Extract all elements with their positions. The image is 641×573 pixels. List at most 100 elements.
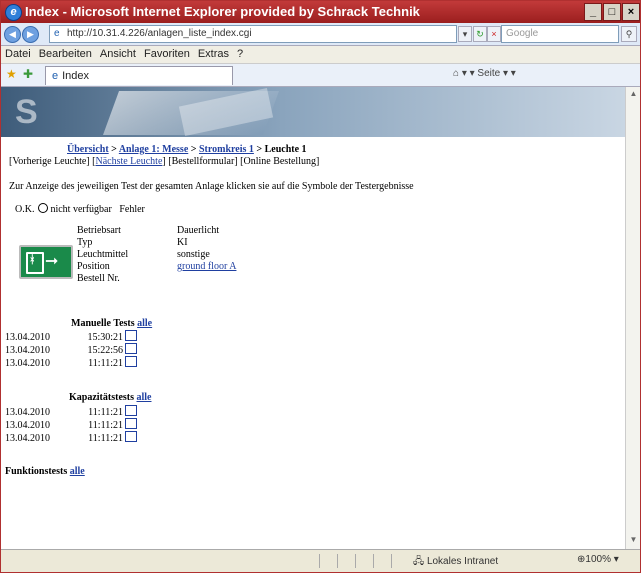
back-icon[interactable]: ◀ — [4, 26, 21, 43]
tools-label: ▾ ▾ Seite ▾ ▾ — [461, 68, 516, 79]
property-value: Dauerlicht — [177, 225, 220, 236]
test-date: 13.04.2010 — [5, 433, 50, 444]
arrow-right-icon: ➞ — [45, 253, 59, 270]
property-row: Betriebsart Dauerlicht — [77, 225, 236, 237]
not-available-circle-icon — [38, 203, 49, 213]
tab-bar: ★ ✚ e Index ⌂ ▾ ▾ Seite ▾ ▾ — [1, 64, 640, 87]
scroll-up-icon[interactable]: ▲ — [628, 89, 639, 100]
address-url: http://10.31.4.226/anlagen_liste_index.c… — [67, 28, 252, 39]
menu-ansicht[interactable]: Ansicht — [96, 46, 140, 60]
property-label: Typ — [77, 237, 93, 248]
browser-window: e Index - Microsoft Internet Explorer pr… — [0, 0, 641, 573]
address-toolbar: ◀ ▶ e http://10.31.4.226/anlagen_liste_in… — [1, 23, 640, 46]
status-bar: 🖧 Lokales Intranet ⊕100% ▾ — [1, 549, 640, 572]
add-favorite-icon[interactable]: ✚ — [23, 67, 33, 81]
test-result-icon[interactable] — [125, 343, 137, 354]
banner-logo: S — [15, 93, 41, 131]
breadcrumb-overview-link[interactable]: Übersicht — [67, 144, 109, 155]
order-form-label: [Bestellformular] — [165, 156, 238, 167]
menu-help[interactable]: ? — [233, 46, 247, 60]
test-date: 13.04.2010 — [5, 420, 50, 431]
capacity-tests-all-link[interactable]: alle — [137, 392, 152, 403]
position-link[interactable]: ground floor A — [177, 261, 236, 272]
online-order-label: [Online Bestellung] — [237, 156, 320, 167]
test-result-icon[interactable] — [125, 431, 137, 442]
menu-favoriten[interactable]: Favoriten — [140, 46, 194, 60]
test-time: 11:11:21 — [88, 433, 123, 444]
property-row: Typ KI — [77, 237, 236, 249]
menu-datei[interactable]: Datei — [1, 46, 35, 60]
test-row: 13.04.2010 15:22:56 — [5, 343, 137, 356]
search-icon[interactable]: ⚲ — [621, 26, 637, 42]
info-text: Zur Anzeige des jeweiligen Test der gesa… — [9, 181, 414, 192]
test-result-icon[interactable] — [125, 330, 137, 341]
stop-icon[interactable]: × — [487, 26, 501, 42]
breadcrumb-stromkreis-link[interactable]: Stromkreis 1 — [199, 144, 254, 155]
test-row: 13.04.2010 11:11:21 — [5, 431, 137, 444]
menu-bearbeiten[interactable]: Bearbeiten — [35, 46, 96, 60]
property-row: Leuchtmittel sonstige — [77, 249, 236, 261]
test-date: 13.04.2010 — [5, 358, 50, 369]
menu-bar: Datei Bearbeiten Ansicht Favoriten Extras? — [1, 46, 640, 64]
test-result-icon[interactable] — [125, 356, 137, 367]
intranet-icon: 🖧 — [413, 556, 425, 567]
minimize-button[interactable]: _ — [584, 3, 602, 21]
legend-error: Fehler — [119, 204, 145, 215]
breadcrumb-separator: > — [253, 144, 265, 155]
section-title: Manuelle Tests — [71, 318, 135, 329]
breadcrumb-separator: > — [108, 144, 119, 155]
property-row: Bestell Nr. — [77, 273, 236, 285]
title-bar[interactable]: e Index - Microsoft Internet Explorer pr… — [1, 1, 640, 23]
close-button[interactable]: × — [622, 3, 640, 21]
maximize-button[interactable]: □ — [603, 3, 621, 21]
manual-tests-heading: Manuelle Tests alle — [71, 318, 152, 329]
section-title: Kapazitätstests — [69, 392, 134, 403]
vertical-scrollbar[interactable]: ▲ ▼ — [625, 87, 640, 549]
test-time: 11:11:21 — [88, 407, 123, 418]
menu-extras[interactable]: Extras — [194, 46, 233, 60]
test-time: 11:11:21 — [88, 420, 123, 431]
zoom-level: 100% — [585, 554, 611, 565]
function-tests-all-link[interactable]: alle — [70, 466, 85, 477]
zone-label: Lokales Intranet — [426, 556, 499, 567]
luminaire-properties: Betriebsart Dauerlicht Typ KI Leuchtmittel… — [77, 225, 236, 285]
test-result-icon[interactable] — [125, 418, 137, 429]
status-divider — [337, 554, 338, 568]
security-zone[interactable]: 🖧 Lokales Intranet — [413, 554, 498, 571]
address-field[interactable]: e http://10.31.4.226/anlagen_liste_index.… — [49, 25, 457, 43]
breadcrumb-anlage-link[interactable]: Anlage 1: Messe — [119, 144, 188, 155]
ie-logo-icon: e — [5, 4, 22, 21]
window-controls: _ □ × — [583, 3, 640, 21]
tab-index[interactable]: e Index — [45, 66, 233, 85]
test-time: 15:22:56 — [87, 345, 123, 356]
property-value: KI — [177, 237, 188, 248]
favorites-star-icon[interactable]: ★ — [6, 67, 17, 81]
prev-item-label: [Vorherige Leuchte] — [9, 156, 90, 167]
test-result-icon[interactable] — [125, 405, 137, 416]
test-row: 13.04.2010 11:11:21 — [5, 418, 137, 431]
test-row: 13.04.2010 11:11:21 — [5, 356, 137, 369]
refresh-icon[interactable]: ↻ — [473, 26, 487, 42]
emergency-exit-sign-icon: ᚼ ➞ — [19, 245, 73, 279]
page-icon: e — [52, 70, 59, 82]
header-banner: S — [1, 87, 625, 137]
property-label: Leuchtmittel — [77, 249, 129, 260]
forward-icon[interactable]: ▶ — [22, 26, 39, 43]
dropdown-arrow-icon[interactable]: ▾ — [458, 26, 472, 42]
zoom-control[interactable]: ⊕100% ▾ — [577, 554, 619, 565]
search-input[interactable]: Google — [501, 25, 619, 43]
test-row: 13.04.2010 11:11:21 — [5, 405, 137, 418]
property-row: Position ground floor A — [77, 261, 236, 273]
page-icon: e — [54, 28, 60, 39]
test-date: 13.04.2010 — [5, 407, 50, 418]
command-bar-tools[interactable]: ⌂ ▾ ▾ Seite ▾ ▾ — [453, 68, 516, 79]
scroll-down-icon[interactable]: ▼ — [628, 535, 639, 546]
home-icon[interactable]: ⌂ — [453, 68, 459, 79]
legend-ok: O.K. — [15, 204, 35, 215]
status-divider — [391, 554, 392, 568]
tab-label: Index — [62, 70, 90, 82]
breadcrumb: Übersicht > Anlage 1: Messe > Stromkreis… — [67, 144, 307, 155]
manual-tests-all-link[interactable]: alle — [137, 318, 152, 329]
next-item-link[interactable]: Nächste Leuchte — [95, 156, 162, 167]
result-legend: O.K. nicht verfügbar Fehler — [15, 203, 145, 215]
